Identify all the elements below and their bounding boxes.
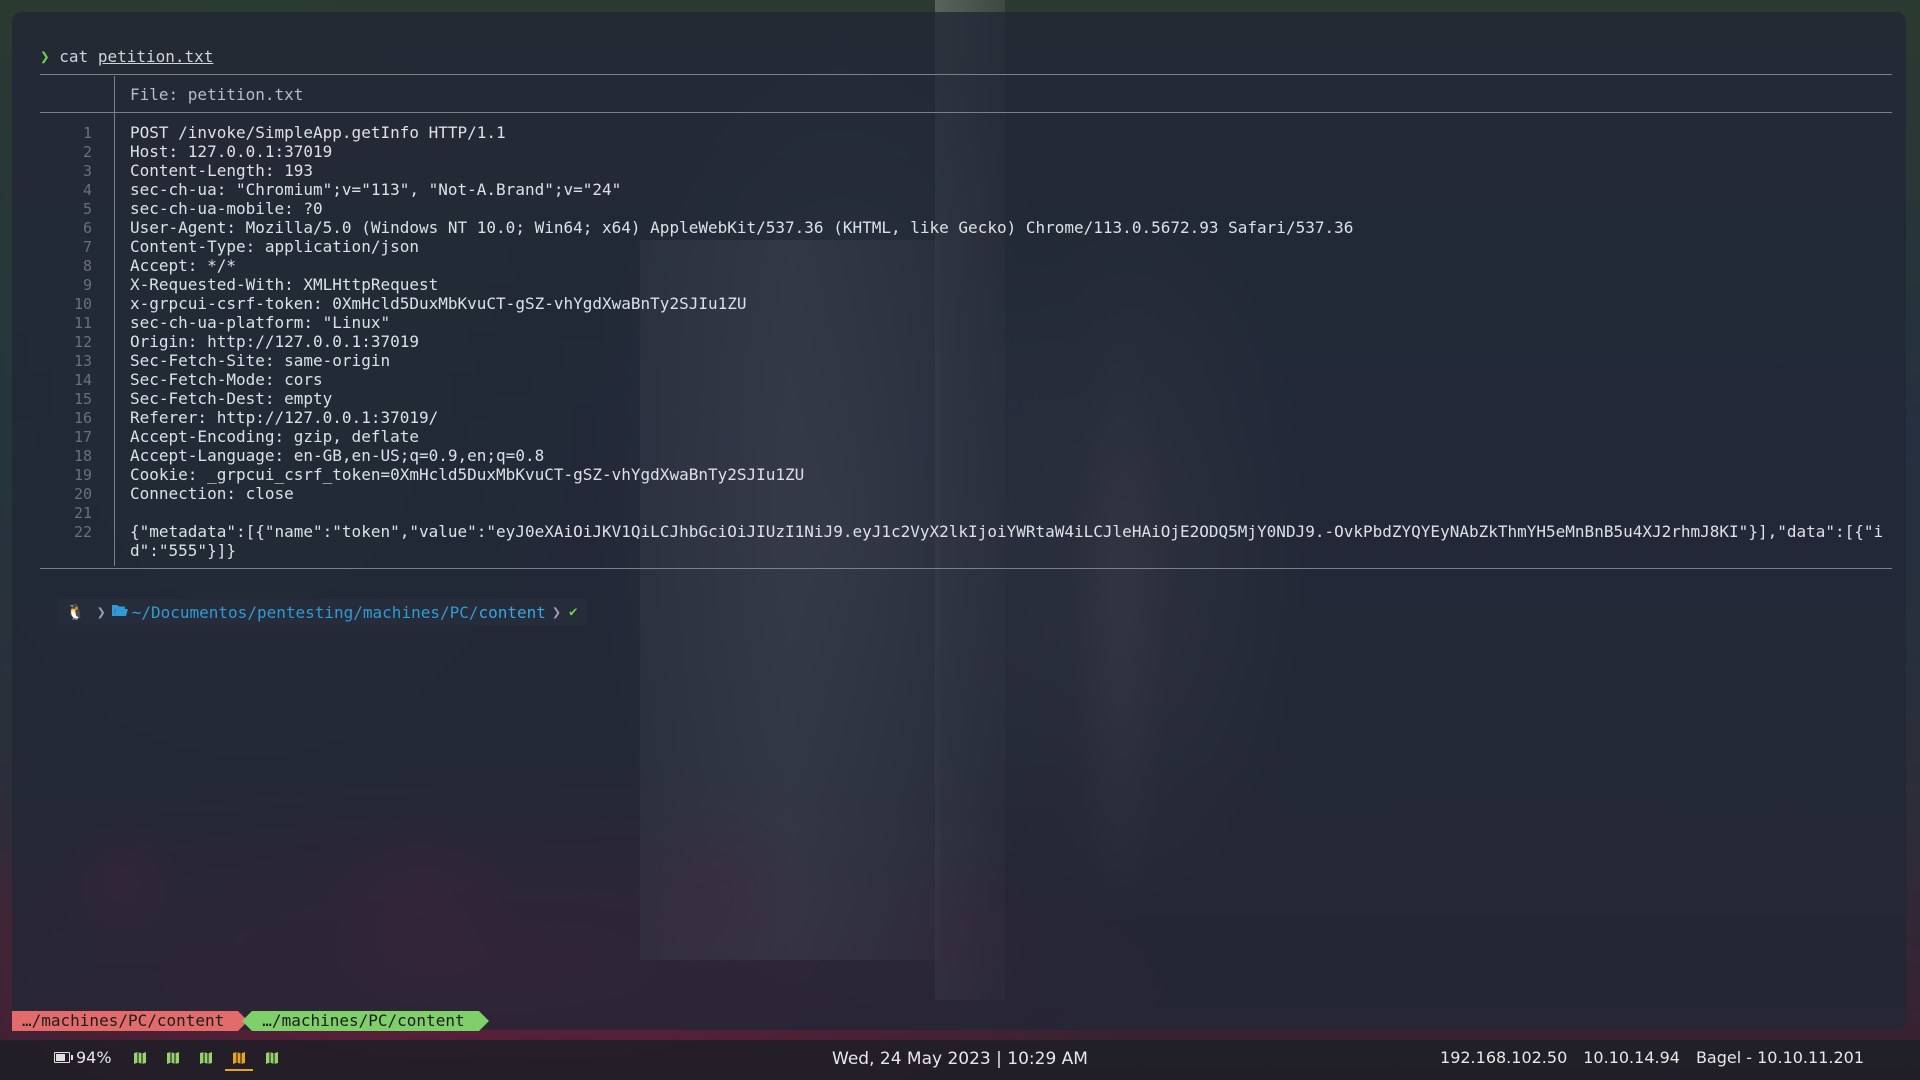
line-number: 16 [73,409,92,427]
line-number: 2 [82,143,92,161]
file-line: Referer: http://127.0.0.1:37019/ [130,408,439,427]
prompt-separator-end-icon: ❯ [551,603,561,621]
command-argument[interactable]: petition.txt [98,47,214,66]
line-number: 20 [73,485,92,503]
file-line: Accept-Language: en-GB,en-US;q=0.9,en;q=… [130,446,545,465]
file-line: sec-ch-ua-platform: "Linux" [130,313,391,332]
network-info: 192.168.102.50 10.10.14.94 Bagel - 10.10… [1440,1048,1864,1067]
file-line: Sec-Fetch-Dest: empty [130,389,333,408]
tmux-window-bar: …/machines/PC/content …/machines/PC/cont… [12,1011,489,1031]
line-number: 22 [73,523,92,541]
line-number: 4 [82,181,92,199]
file-line: Cookie: _grpcui_csrf_token=0XmHcld5DuxMb… [130,465,805,484]
file-line: Sec-Fetch-Site: same-origin [130,351,391,370]
file-line: Origin: http://127.0.0.1:37019 [130,332,419,351]
file-line: sec-ch-ua: "Chromium";v="113", "Not-A.Br… [130,180,622,199]
file-line: sec-ch-ua-mobile: ?0 [130,199,323,218]
shell-prompt: 🐧 ❯ ~/Documentos/pentesting/machines/PC/… [58,599,588,625]
line-number-gutter: 1 2 3 4 5 6 7 8 9 10 11 12 13 14 15 16 17 18 19 20 21 22 [40,124,92,542]
command-line: ❯ cat petition.txt [40,47,213,66]
tmux-tab-2[interactable]: …/machines/PC/content [242,1011,489,1031]
status-panel: 94% Wed, 24 May 2023 | 10:29 AM 192.168.… [0,1040,1920,1080]
file-line: POST /invoke/SimpleApp.getInfo HTTP/1.1 [130,123,506,142]
line-number: 21 [73,504,92,522]
file-line: {"metadata":[{"name":"token","value":"ey… [130,522,1884,560]
file-line: Connection: close [130,484,294,503]
line-number: 18 [73,447,92,465]
line-number: 7 [82,238,92,256]
line-number: 17 [73,428,92,446]
file-line: Host: 127.0.0.1:37019 [130,142,333,161]
file-line: Sec-Fetch-Mode: cors [130,370,323,389]
line-number: 15 [73,390,92,408]
line-number: 8 [82,257,92,275]
tmux-tab-1[interactable]: …/machines/PC/content [12,1011,249,1031]
vpn-ip: 10.10.14.94 [1583,1048,1680,1067]
bat-top-rule [40,74,1892,75]
target-machine: Bagel - 10.10.11.201 [1695,1048,1864,1067]
file-line: Content-Length: 193 [130,161,314,180]
file-line: x-grpcui-csrf-token: 0XmHcld5DuxMbKvuCT-… [130,294,747,313]
prompt-path: ~/Documentos/pentesting/machines/PC/ [131,602,479,622]
line-number: 1 [82,124,92,142]
linux-penguin-icon: 🐧 [66,603,85,621]
line-number: 19 [73,466,92,484]
bat-header-rule [40,112,1892,113]
terminal-window[interactable]: ❯ cat petition.txt File: petition.txt 12… [12,12,1906,1030]
bat-gutter-rule [114,76,115,566]
prompt-arrow-icon: ❯ [40,47,50,66]
line-number: 6 [82,219,92,237]
line-number: 10 [73,295,92,313]
file-line: X-Requested-With: XMLHttpRequest [130,275,439,294]
file-line: Content-Type: application/json [130,237,419,256]
folder-icon [111,604,128,621]
file-line [130,503,1902,522]
line-number: 14 [73,371,92,389]
bat-file-header: File: petition.txt [130,85,304,104]
checkmark-icon: ✔ [568,604,578,620]
line-number: 12 [73,333,92,351]
file-line: Accept: */* [130,256,236,275]
line-number: 5 [82,200,92,218]
file-line: Accept-Encoding: gzip, deflate [130,427,419,446]
bat-bottom-rule [40,568,1892,569]
prompt-path-current: content [478,602,546,622]
line-number: 3 [82,162,92,180]
file-line: User-Agent: Mozilla/5.0 (Windows NT 10.0… [130,218,1354,237]
command-name: cat [59,47,89,66]
file-content[interactable]: POST /invoke/SimpleApp.getInfo HTTP/1.1 H… [130,123,1902,560]
line-number: 11 [73,314,92,332]
desktop: ❯ cat petition.txt File: petition.txt 12… [0,0,1920,1080]
prompt-separator-icon: ❯ [96,603,106,621]
local-ip: 192.168.102.50 [1440,1048,1568,1067]
line-number: 9 [82,276,92,294]
line-number: 13 [73,352,92,370]
